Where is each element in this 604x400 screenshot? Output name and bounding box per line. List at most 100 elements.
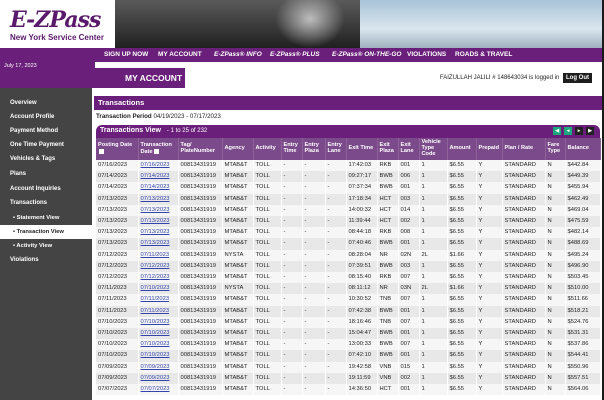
sidebar-item-transactions[interactable]: Transactions [0, 196, 92, 210]
table-cell: MTAB&T [222, 328, 254, 340]
column-header[interactable]: Transaction Date [138, 138, 179, 160]
table-cell: $557.51 [565, 372, 601, 385]
transaction-date-link[interactable]: 07/14/2023 [138, 171, 179, 183]
column-header-label: Entry Time [283, 142, 298, 154]
table-cell: 19:42:58 [346, 361, 378, 373]
sidebar-item-account-profile[interactable]: Account Profile [0, 110, 92, 124]
table-row: 07/12/2023 07/11/2023 00813431919 NYSTA TOLL… [96, 249, 601, 261]
logout-button[interactable]: Log Out [563, 73, 592, 83]
transaction-date-link[interactable]: 07/10/2023 [138, 283, 179, 295]
column-header-label: Amount [449, 145, 471, 152]
sidebar-item-payment-method[interactable]: Payment Method [0, 124, 92, 138]
transaction-date-link[interactable]: 07/13/2023 [138, 216, 179, 228]
table-cell: STANDARD [502, 204, 546, 217]
column-header: Fare Type [545, 138, 566, 160]
column-header-label: Fare Type [547, 142, 561, 154]
transaction-date-link[interactable]: 07/09/2023 [138, 372, 179, 385]
table-cell: 15:04:47 [346, 328, 378, 340]
column-header: Exit Plaza [377, 138, 399, 160]
nav-my-account[interactable]: MY ACCOUNT [158, 51, 202, 58]
table-cell: 07/14/2023 [96, 182, 139, 194]
sidebar-item-statement-view[interactable]: • Statement View [0, 211, 92, 225]
transaction-date-link[interactable]: 07/10/2023 [138, 316, 179, 329]
table-cell: $6.55 [447, 350, 477, 362]
table-cell: - [281, 339, 303, 351]
sidebar-item-transaction-view[interactable]: • Transaction View [0, 225, 92, 239]
table-cell: - [302, 361, 326, 373]
table-cell: 07:42:10 [346, 350, 378, 362]
transaction-date-link[interactable]: 07/10/2023 [138, 350, 179, 362]
sidebar-item-violations[interactable]: Violations [0, 253, 92, 267]
transaction-date-link[interactable]: 07/13/2023 [138, 227, 179, 239]
column-header[interactable]: Posting Date [96, 138, 139, 160]
table-cell: - [325, 294, 347, 306]
table-cell: 00813431919 [178, 227, 223, 239]
table-cell: Y [476, 294, 503, 306]
transaction-date-link[interactable]: 07/16/2023 [138, 160, 179, 172]
table-cell: 07/10/2023 [96, 339, 139, 351]
transaction-date-link[interactable]: 07/12/2023 [138, 272, 179, 284]
nav-roads-travel[interactable]: ROADS & TRAVEL [455, 51, 512, 58]
first-page-icon[interactable]: ◀ [553, 127, 562, 135]
table-cell: N [545, 361, 566, 373]
table-row: 07/09/2023 07/09/2023 00813431919 MTAB&T TOL… [96, 361, 601, 373]
sidebar-item-plans[interactable]: Plans [0, 167, 92, 181]
transaction-date-link[interactable]: 07/13/2023 [138, 204, 179, 217]
sidebar-item-overview[interactable]: Overview [0, 96, 92, 110]
table-cell: $6.55 [447, 227, 477, 239]
sidebar-item-activity-view[interactable]: • Activity View [0, 239, 92, 253]
table-cell: 07/11/2023 [96, 305, 139, 317]
table-cell: N [545, 227, 566, 239]
table-cell: 07/13/2023 [96, 204, 139, 217]
column-header-label: Plan / Rate [504, 145, 534, 152]
transaction-date-link[interactable]: 07/11/2023 [138, 305, 179, 317]
nav-sign-up[interactable]: SIGN UP NOW [104, 51, 148, 58]
table-cell: STANDARD [502, 193, 546, 205]
table-cell: - [325, 316, 347, 329]
transaction-period: Transaction Period 04/19/2023 - 07/17/20… [96, 113, 221, 120]
table-cell: BWB [377, 339, 399, 351]
table-cell: Y [476, 238, 503, 250]
transaction-date-link[interactable]: 07/11/2023 [138, 249, 179, 261]
view-title: Transactions View [100, 127, 161, 134]
transaction-date-link[interactable]: 07/12/2023 [138, 260, 179, 273]
table-cell: TOLL [253, 272, 282, 284]
table-cell: 00813431919 [178, 249, 223, 261]
nav-ezpass-info[interactable]: E-ZPass® INFO [214, 51, 262, 58]
transaction-date-link[interactable]: 07/13/2023 [138, 238, 179, 250]
table-cell: - [325, 361, 347, 373]
logo-area[interactable]: E-ZPass New York Service Center [0, 0, 115, 48]
sidebar-item-account-inquiries[interactable]: Account Inquiries [0, 182, 92, 196]
prev-page-icon[interactable]: ◂ [564, 127, 573, 135]
transactions-view-bar: Transactions View - 1 to 25 of 232 ◀ ◂ ▸… [96, 125, 600, 138]
transaction-date-link[interactable]: 07/10/2023 [138, 339, 179, 351]
table-cell: 07/12/2023 [96, 272, 139, 284]
transaction-date-link[interactable]: 07/07/2023 [138, 384, 179, 396]
sort-icon[interactable] [99, 148, 104, 154]
transaction-date-link[interactable]: 07/14/2023 [138, 182, 179, 194]
transaction-date-link[interactable]: 07/09/2023 [138, 361, 179, 373]
table-cell: TOLL [253, 249, 282, 261]
ezpass-logo[interactable]: E-ZPass [10, 7, 101, 33]
table-row: 07/13/2023 07/13/2023 00813431919 MTAB&T TOL… [96, 193, 601, 205]
column-header-label: Balance [567, 145, 589, 152]
nav-violations[interactable]: VIOLATIONS [407, 51, 446, 58]
table-cell: 00813431919 [178, 339, 223, 351]
table-cell: 00813431919 [178, 350, 223, 362]
next-page-icon[interactable]: ▸ [575, 127, 584, 135]
sidebar-item-vehicles-tags[interactable]: Vehicles & Tags [0, 152, 92, 166]
column-header: Tag/ PlateNumber [178, 138, 223, 160]
table-cell: 00813431919 [178, 193, 223, 205]
transaction-date-link[interactable]: 07/13/2023 [138, 193, 179, 205]
transaction-date-link[interactable]: 07/10/2023 [138, 328, 179, 340]
sort-icon[interactable] [153, 148, 159, 154]
nav-ezpass-plus[interactable]: E-ZPass® PLUS [270, 51, 320, 58]
sidebar-item-one-time-payment[interactable]: One Time Payment [0, 138, 92, 152]
table-cell: HCT [377, 384, 399, 396]
table-cell: BWB [377, 305, 399, 317]
table-cell: 001 [398, 182, 420, 194]
last-page-icon[interactable]: ▶ [586, 127, 594, 135]
table-cell: $455.94 [565, 182, 601, 194]
nav-on-the-go[interactable]: E-ZPass® ON-THE-GO [332, 51, 401, 58]
transaction-date-link[interactable]: 07/11/2023 [138, 294, 179, 306]
